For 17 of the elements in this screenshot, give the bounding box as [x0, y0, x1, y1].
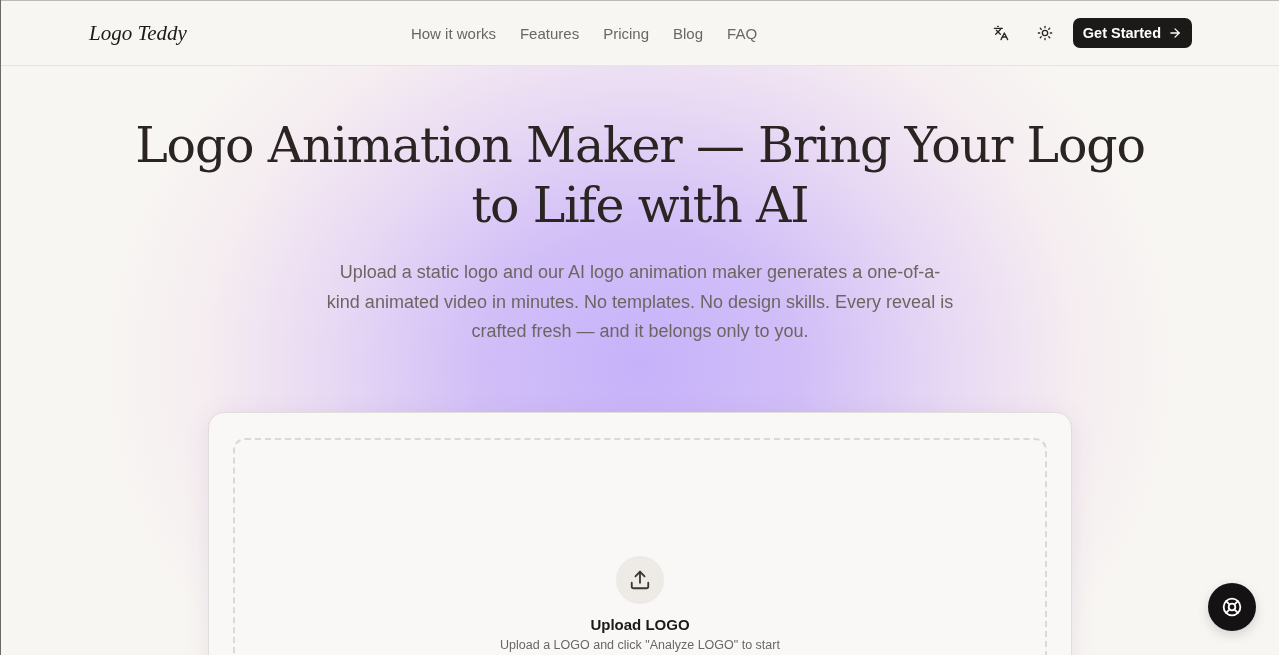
help-button[interactable] — [1208, 583, 1256, 631]
nav-link[interactable]: Blog — [673, 24, 704, 42]
upload-icon — [616, 555, 664, 604]
lifebuoy-icon — [1222, 597, 1242, 617]
get-started-button[interactable]: Get Started — [1072, 18, 1192, 48]
nav-link[interactable]: How it works — [410, 24, 496, 42]
sun-icon — [1036, 25, 1053, 41]
logo-link[interactable]: Logo Teddy — [89, 20, 187, 46]
upload-title: Upload LOGO — [590, 615, 690, 633]
upload-hint: Upload a LOGO and click "Analyze LOGO" to start — [500, 638, 780, 653]
nav-link[interactable]: Pricing — [603, 24, 649, 42]
nav-link[interactable]: Features — [519, 24, 580, 42]
hero-title: Logo Animation Maker — Bring Your Logo to Life with AI — [134, 116, 1146, 236]
hero-subtitle: Upload a static logo and our AI logo animation maker generates a one-of-a-kind animated video in minutes. No templates. No design skills. Every reveal is crafted fresh — and it belongs only to you. — [325, 261, 955, 343]
translate-icon — [992, 25, 1009, 41]
drop-zone[interactable]: Upload LOGO Upload a LOGO and click "Analyze LOGO" to start — [233, 437, 1047, 655]
nav-link[interactable]: FAQ — [727, 24, 758, 42]
